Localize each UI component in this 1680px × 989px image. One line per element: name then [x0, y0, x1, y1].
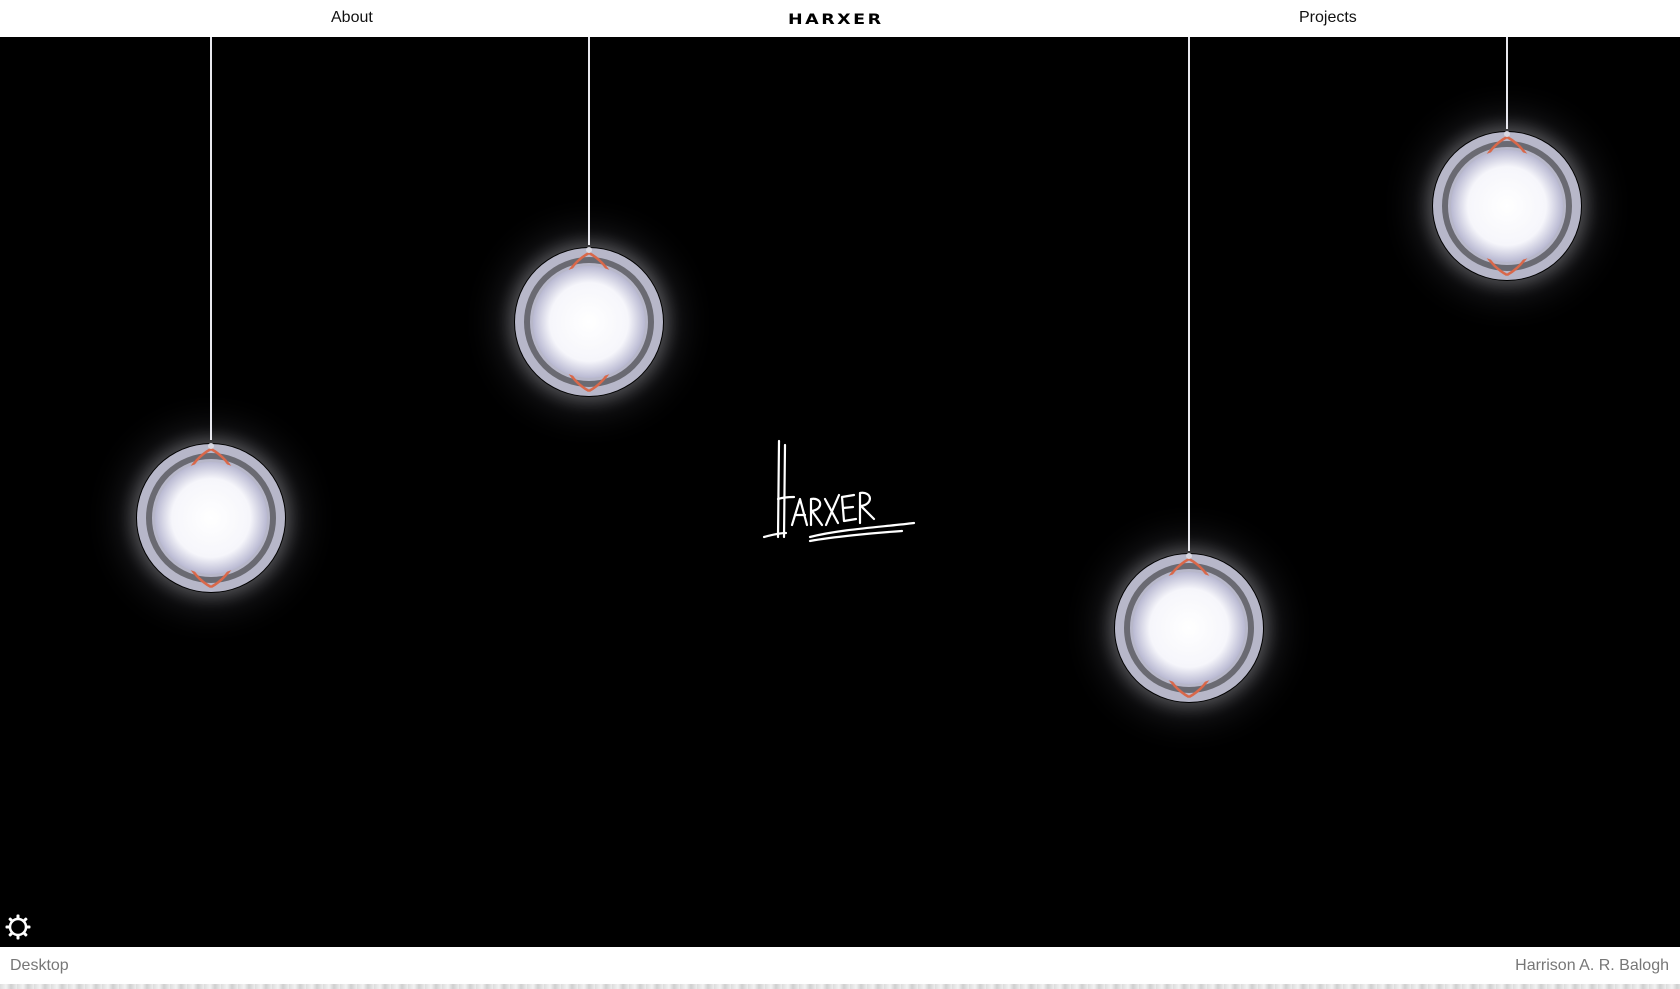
lamp-cord — [1188, 37, 1190, 551]
gear-icon-graphic — [5, 914, 31, 940]
footer-texture-strip — [0, 984, 1680, 989]
top-nav: About HARXER Projects — [0, 0, 1680, 37]
lamp-center-right[interactable] — [1114, 553, 1264, 703]
lamp-globe-graphic — [137, 443, 285, 592]
brand-logo[interactable]: HARXER — [788, 12, 884, 28]
lamp-right[interactable] — [1432, 131, 1582, 281]
signature-logo-graphic — [762, 439, 916, 543]
gear-icon[interactable] — [5, 914, 31, 940]
footer-device-label: Desktop — [10, 957, 69, 974]
page: About HARXER Projects Desktop Harrison A… — [0, 0, 1680, 989]
lamp-globe-graphic — [515, 247, 663, 396]
footer-author-credit: Harrison A. R. Balogh — [1515, 957, 1669, 974]
footer: Desktop Harrison A. R. Balogh — [0, 947, 1680, 989]
nav-about-link[interactable]: About — [331, 9, 373, 27]
lamp-globe-graphic — [1433, 131, 1581, 280]
lamp-left[interactable] — [136, 443, 286, 593]
lamp-cord — [1506, 37, 1508, 129]
lamp-stage — [0, 37, 1680, 947]
lamp-cord — [588, 37, 590, 245]
lamp-globe-graphic — [1115, 553, 1263, 702]
lamp-center-left[interactable] — [514, 247, 664, 397]
signature-logo[interactable] — [762, 437, 922, 552]
lamp-cord — [210, 37, 212, 440]
nav-projects-link[interactable]: Projects — [1299, 9, 1357, 27]
